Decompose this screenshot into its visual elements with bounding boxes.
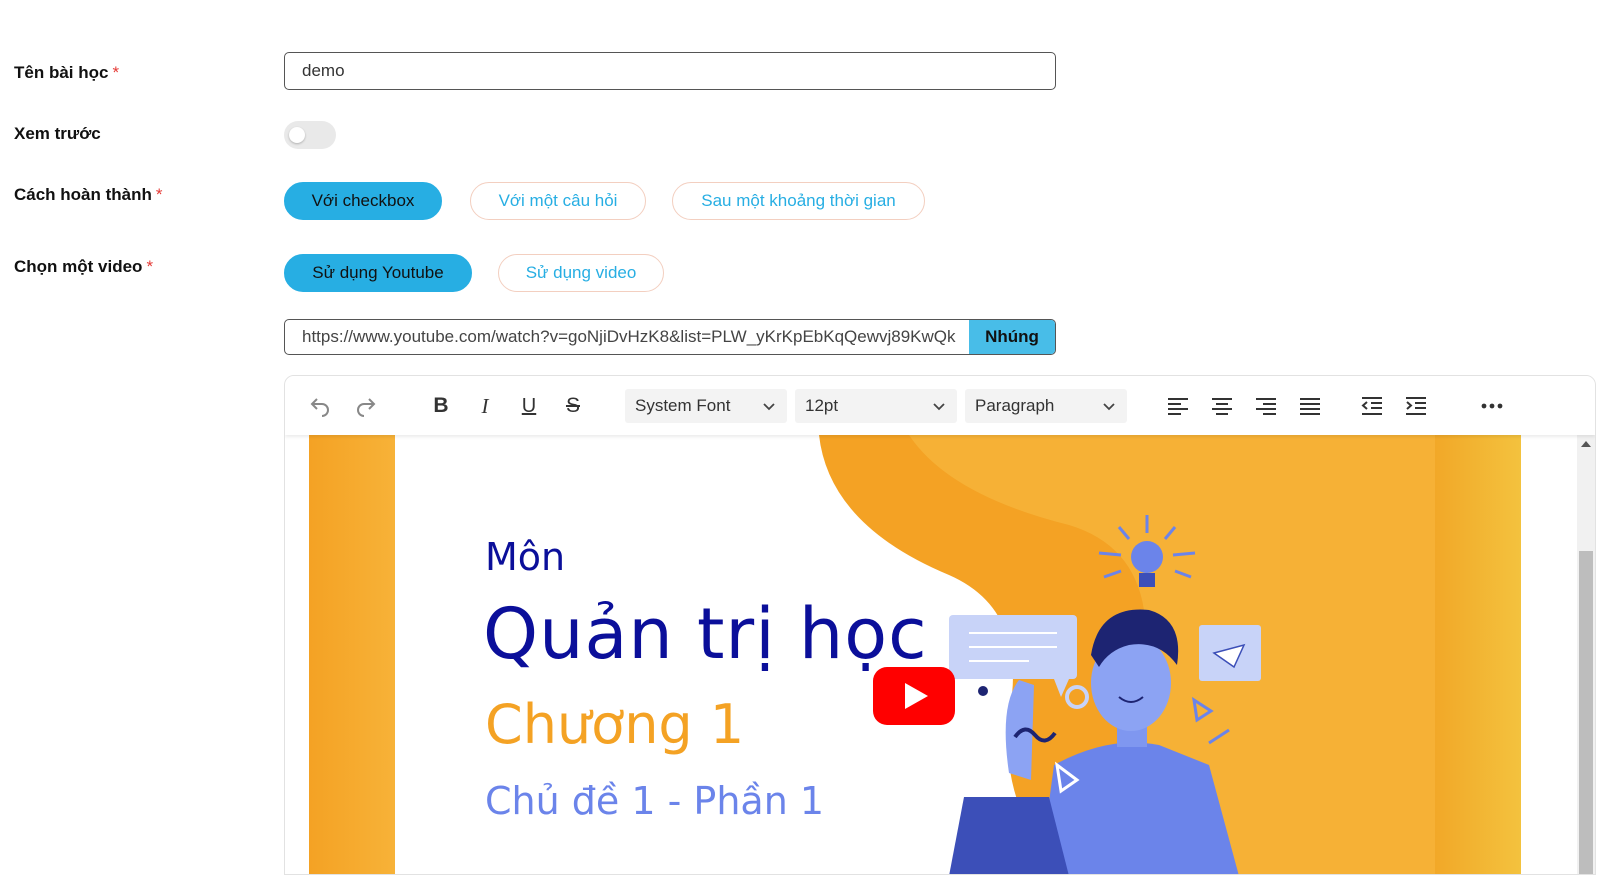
video-url-group: https://www.youtube.com/watch?v=goNjiDvH…: [284, 319, 1056, 355]
more-icon[interactable]: [1477, 391, 1507, 421]
youtube-play-icon: [873, 667, 955, 725]
scroll-up-arrow-icon[interactable]: [1581, 441, 1591, 447]
indent-icon[interactable]: [1401, 391, 1431, 421]
font-size-select[interactable]: 12pt: [795, 389, 957, 423]
thumbnail-subject: Môn: [485, 535, 566, 579]
video-embed[interactable]: Môn Quản trị học Chương 1 Chủ đề 1 - Phầ…: [309, 435, 1559, 874]
thumbnail-title: Quản trị học: [483, 593, 928, 675]
editor-toolbar: B I U S System Font 12pt Paragraph: [285, 376, 1595, 435]
font-size-value: 12pt: [805, 396, 839, 415]
mail-bubble-icon: [1199, 625, 1261, 681]
align-right-icon[interactable]: [1251, 391, 1281, 421]
completion-option-time[interactable]: Sau một khoảng thời gian: [672, 182, 925, 220]
italic-icon[interactable]: I: [470, 391, 500, 421]
video-label-text: Chọn một video: [14, 257, 143, 276]
bold-icon[interactable]: B: [426, 391, 456, 421]
video-option-youtube[interactable]: Sử dụng Youtube: [284, 254, 472, 292]
completion-option-question[interactable]: Với một câu hỏi: [470, 182, 646, 220]
required-mark: *: [112, 63, 120, 82]
align-left-icon[interactable]: [1163, 391, 1193, 421]
video-label: Chọn một video *: [14, 257, 153, 277]
toggle-knob: [289, 127, 305, 143]
chevron-down-icon: [933, 403, 945, 411]
block-format-value: Paragraph: [975, 396, 1055, 415]
thumbnail-topic: Chủ đề 1 - Phần 1: [485, 779, 825, 823]
required-mark: *: [155, 185, 163, 204]
strikethrough-icon[interactable]: S: [558, 391, 588, 421]
outdent-icon[interactable]: [1357, 391, 1387, 421]
thumbnail-chapter: Chương 1: [485, 693, 745, 756]
completion-option-checkbox[interactable]: Với checkbox: [284, 182, 442, 220]
editor-scrollbar[interactable]: [1577, 435, 1595, 874]
chevron-down-icon: [1103, 403, 1115, 411]
video-url-input[interactable]: https://www.youtube.com/watch?v=goNjiDvH…: [285, 320, 969, 354]
lesson-name-input[interactable]: [284, 52, 1056, 90]
scroll-thumb[interactable]: [1579, 551, 1593, 874]
embed-button[interactable]: Nhúng: [969, 320, 1055, 354]
completion-label: Cách hoàn thành *: [14, 185, 163, 205]
preview-toggle[interactable]: [284, 121, 336, 149]
preview-label: Xem trước: [14, 124, 101, 143]
align-justify-icon[interactable]: [1295, 391, 1325, 421]
align-center-icon[interactable]: [1207, 391, 1237, 421]
block-format-select[interactable]: Paragraph: [965, 389, 1127, 423]
font-family-value: System Font: [635, 396, 731, 415]
chevron-down-icon: [763, 403, 775, 411]
rich-text-editor: B I U S System Font 12pt Paragraph Môn Q…: [284, 375, 1596, 875]
underline-icon[interactable]: U: [514, 391, 544, 421]
completion-label-text: Cách hoàn thành: [14, 185, 152, 204]
font-family-select[interactable]: System Font: [625, 389, 787, 423]
lesson-name-label-text: Tên bài học: [14, 63, 109, 82]
video-option-upload[interactable]: Sử dụng video: [498, 254, 664, 292]
undo-icon[interactable]: [305, 391, 335, 421]
redo-icon[interactable]: [351, 391, 381, 421]
required-mark: *: [146, 257, 154, 276]
lesson-name-label: Tên bài học *: [14, 63, 119, 83]
